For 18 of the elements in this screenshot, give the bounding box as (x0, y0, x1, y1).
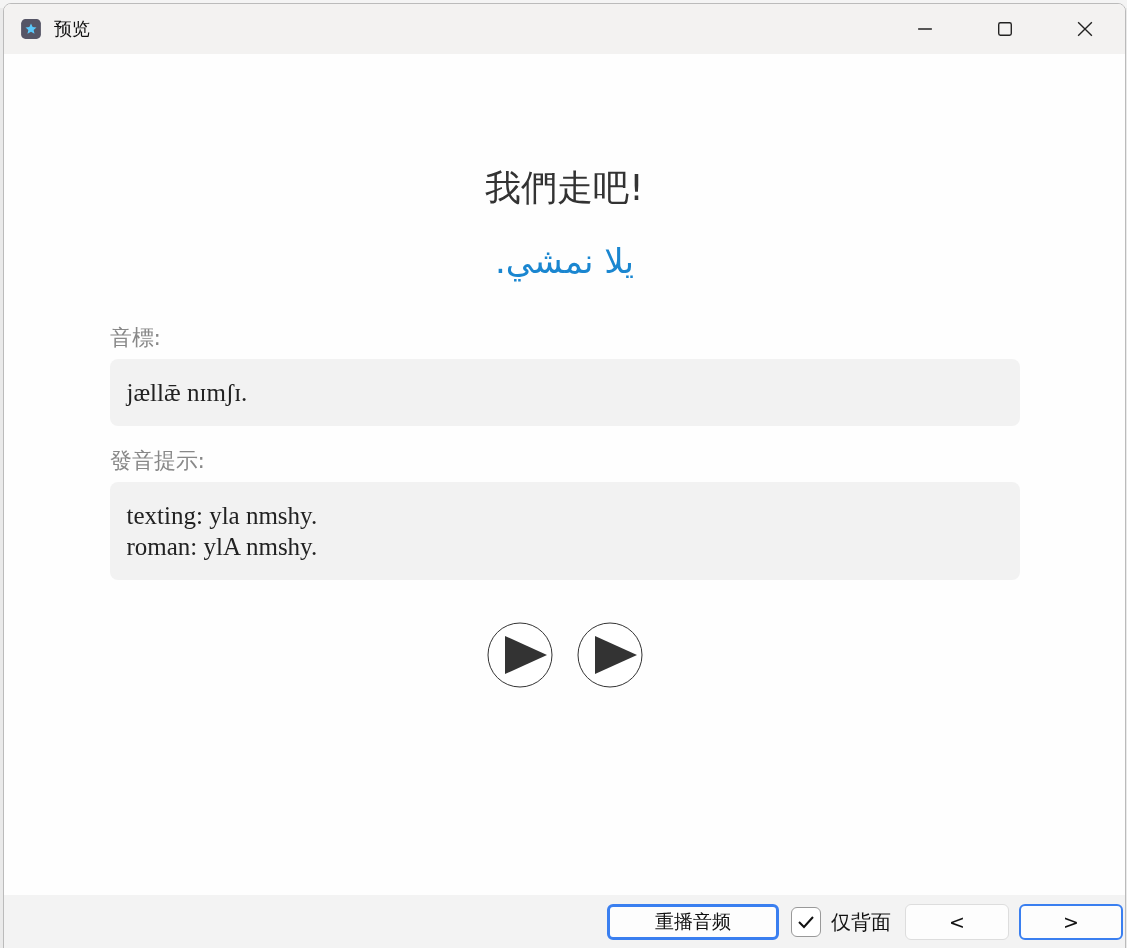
previous-button[interactable]: < (905, 904, 1009, 940)
window-title: 预览 (54, 17, 90, 41)
maximize-icon[interactable] (997, 21, 1013, 37)
field-text: jællǣ nɪmʃɪ. (126, 378, 249, 408)
field-label: 發音提示: (109, 447, 206, 475)
checkbox[interactable] (791, 907, 821, 937)
app-icon (20, 18, 42, 40)
play-button[interactable] (486, 622, 553, 688)
field-text: texting: yla nmshy. (126, 501, 319, 531)
replay-audio-button[interactable]: 重播音频 (607, 904, 779, 940)
next-button[interactable]: > (1019, 904, 1123, 940)
close-icon[interactable] (1077, 21, 1093, 37)
card-front-text: 我們走吧! (485, 166, 644, 210)
checkbox-label: 仅背面 (831, 908, 891, 936)
card-back-text: يلا نمشي. (494, 241, 635, 281)
play-button[interactable] (576, 622, 643, 688)
field-label: 音標: (109, 324, 162, 352)
field-text: roman: ylA nmshy. (126, 532, 319, 562)
